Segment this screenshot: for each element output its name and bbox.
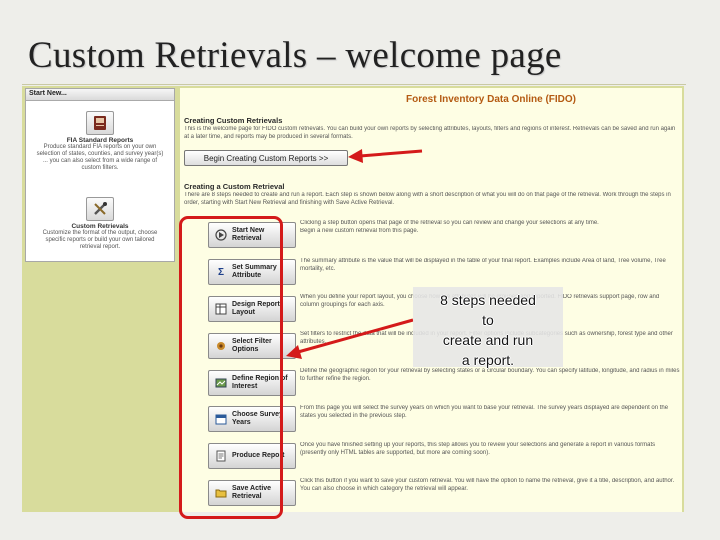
creating-heading: Creating Custom Retrievals — [184, 116, 283, 125]
slide-title: Custom Retrievals – welcome page — [28, 35, 562, 76]
steps-highlight-outline — [179, 216, 283, 519]
step-choose-survey-years-desc: From this page you will select the surve… — [300, 405, 669, 419]
retrieval-text: There are 8 steps needed to create and r… — [184, 192, 671, 206]
step-define-region-desc: Define the geographic region for your re… — [300, 368, 680, 382]
sidebar-item-custom-retrievals[interactable]: Custom Retrievals Customize the format o… — [28, 197, 172, 251]
start-new-header: Start New... — [26, 89, 174, 101]
app-window: Start New... FIA Standard Reports Produc… — [22, 86, 684, 512]
callout-line-4: a report. — [461, 352, 515, 368]
custom-retrievals-text: Customize the format of the output, choo… — [42, 230, 158, 250]
step-start-new-retrieval-desc: Begin a new custom retrieval from this p… — [300, 228, 419, 234]
step-produce-report-desc: Once you have finished setting up your r… — [300, 442, 656, 456]
start-new-panel: Start New... FIA Standard Reports Produc… — [25, 88, 175, 262]
title-divider — [22, 84, 686, 85]
callout-line-1: 8 steps needed — [440, 292, 536, 308]
retrieval-heading: Creating a Custom Retrieval — [184, 182, 285, 191]
steps-callout: 8 steps needed to create and run a repor… — [413, 287, 563, 368]
standard-reports-title[interactable]: FIA Standard Reports — [28, 137, 172, 144]
callout-line-2: to — [482, 312, 494, 328]
sidebar-item-standard-reports[interactable]: FIA Standard Reports Produce standard FI… — [28, 111, 172, 172]
step-set-summary-attribute-desc: The summary attribute is the value that … — [300, 258, 666, 272]
app-title: Forest Inventory Data Online (FIDO) — [405, 94, 577, 105]
tools-icon[interactable] — [86, 197, 114, 221]
begin-custom-reports-button[interactable]: Begin Creating Custom Reports >> — [184, 150, 348, 166]
custom-retrievals-title[interactable]: Custom Retrievals — [28, 223, 172, 230]
standard-reports-text: Produce standard FIA reports on your own… — [36, 144, 164, 171]
creating-text: This is the welcome page for FIDO custom… — [184, 126, 676, 140]
book-icon[interactable] — [86, 111, 114, 135]
step-save-active-retrieval-desc: Click this button if you want to save yo… — [300, 478, 675, 492]
callout-line-3: create and run — [442, 332, 534, 348]
